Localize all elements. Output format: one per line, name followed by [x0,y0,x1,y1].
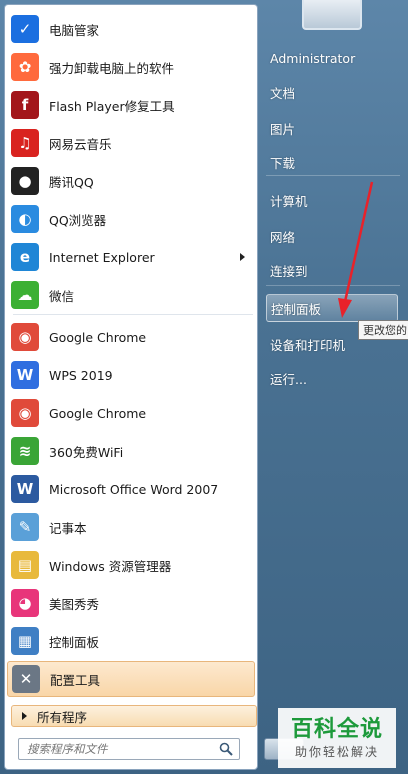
control-panel-icon: ▦ [11,627,39,655]
program-label: 腾讯QQ [49,174,94,190]
program-item[interactable]: ▤ Windows 资源管理器 [7,547,255,583]
watermark-logo: 百科全说 助你轻松解决 [278,708,396,768]
program-item[interactable]: ◉ Google Chrome [7,319,255,355]
flash-player-icon: f [11,91,39,119]
start-menu: ✓ 电脑管家 ✿ 强力卸载电脑上的软件 f Flash Player修复工具 ♫ 网易云音乐 ●… [0,0,408,774]
program-item[interactable]: ☁ 微信 [7,277,255,313]
wechat-icon: ☁ [11,281,39,309]
separator [13,314,253,315]
right-pane-item[interactable]: 下载 [266,148,404,176]
program-label: 强力卸载电脑上的软件 [49,60,175,76]
program-item[interactable]: f Flash Player修复工具 [7,87,255,123]
right-pane-item[interactable]: Administrator [266,44,404,72]
program-label: Google Chrome [49,405,147,421]
qq-penguin-icon: ● [11,167,39,195]
uninstaller-icon: ✿ [11,53,39,81]
internet-explorer-icon: e [11,243,39,271]
right-pane-item[interactable]: 运行... [266,364,404,392]
separator [266,175,400,176]
user-picture[interactable] [302,0,362,30]
program-label: Internet Explorer [49,249,155,265]
annotation-arrow [338,181,374,318]
config-tools-icon: ✕ [12,665,40,693]
all-programs-button[interactable]: 所有程序 [11,705,257,727]
program-item[interactable]: ≋ 360免费WiFi [7,433,255,469]
program-item[interactable]: ✿ 强力卸载电脑上的软件 [7,49,255,85]
chrome-icon: ◉ [11,323,39,351]
program-label: 360免费WiFi [49,444,124,460]
program-label: 电脑管家 [49,22,100,38]
program-label: Google Chrome [49,329,147,345]
program-item[interactable]: ◐ QQ浏览器 [7,201,255,237]
search-box[interactable] [18,738,240,760]
program-item[interactable]: ◕ 美图秀秀 [7,585,255,621]
program-item[interactable]: ● 腾讯QQ [7,163,255,199]
wifi-360-icon: ≋ [11,437,39,465]
explorer-folder-icon: ▤ [11,551,39,579]
watermark-subtitle: 助你轻松解决 [294,744,379,759]
right-pane-item[interactable]: 图片 [266,114,404,142]
meitu-icon: ◕ [11,589,39,617]
program-item[interactable]: ▦ 控制面板 [7,623,255,659]
search-icon[interactable] [217,740,235,758]
program-label: 控制面板 [49,634,100,650]
tooltip: 更改您的 [358,320,408,340]
programs-panel: ✓ 电脑管家 ✿ 强力卸载电脑上的软件 f Flash Player修复工具 ♫ 网易云音乐 ●… [4,4,258,770]
program-item[interactable]: W WPS 2019 [7,357,255,393]
program-label: Flash Player修复工具 [49,98,175,114]
program-label: Windows 资源管理器 [49,558,172,574]
expand-arrow-icon [22,712,27,720]
program-label: 配置工具 [50,672,101,688]
right-pane-item[interactable]: 文档 [266,78,404,106]
program-item[interactable]: W Microsoft Office Word 2007 [7,471,255,507]
program-label: WPS 2019 [49,367,113,383]
program-label: 微信 [49,288,75,304]
wps-icon: W [11,361,39,389]
program-item[interactable]: ♫ 网易云音乐 [7,125,255,161]
program-item[interactable]: e Internet Explorer [7,239,255,275]
program-label: 网易云音乐 [49,136,112,152]
chrome-icon: ◉ [11,399,39,427]
program-label: 美图秀秀 [49,596,100,612]
all-programs-label: 所有程序 [37,709,88,725]
notepad-icon: ✎ [11,513,39,541]
program-label: QQ浏览器 [49,212,107,228]
qq-browser-icon: ◐ [11,205,39,233]
program-item[interactable]: ◉ Google Chrome [7,395,255,431]
program-label: 记事本 [49,520,87,536]
program-item[interactable]: ✕ 配置工具 [7,661,255,697]
word-icon: W [11,475,39,503]
program-item[interactable]: ✎ 记事本 [7,509,255,545]
submenu-arrow-icon [240,253,245,261]
watermark-title: 百科全说 [290,716,383,742]
tencent-pc-manager-icon: ✓ [11,15,39,43]
netease-music-icon: ♫ [11,129,39,157]
search-input[interactable] [25,741,217,757]
program-label: Microsoft Office Word 2007 [49,481,219,497]
program-item[interactable]: ✓ 电脑管家 [7,11,255,47]
